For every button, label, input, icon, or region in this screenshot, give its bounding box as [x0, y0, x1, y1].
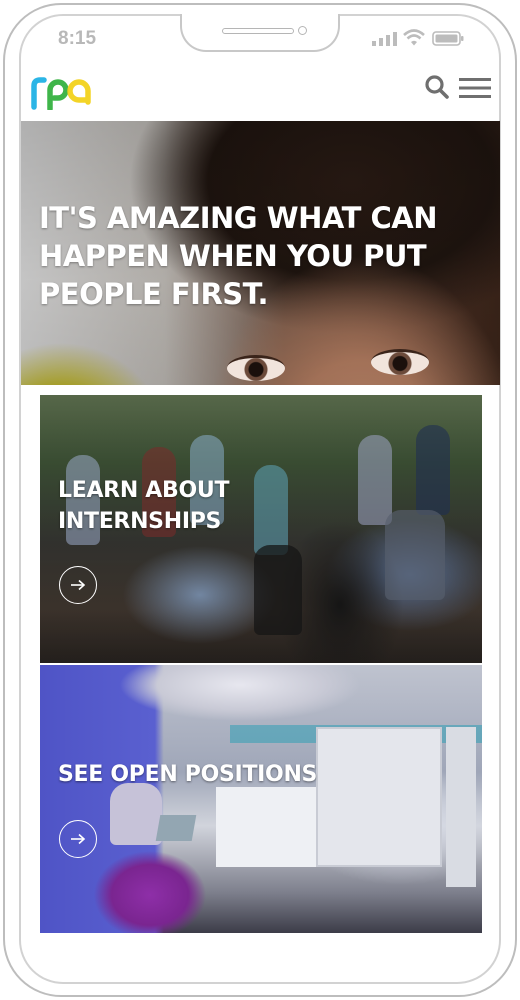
internships-card[interactable]: LEARN ABOUT INTERNSHIPS — [40, 395, 482, 663]
arrow-right-icon — [71, 833, 86, 845]
rpa-logo[interactable] — [28, 72, 92, 110]
arrow-right-icon — [71, 579, 86, 591]
internships-arrow-button[interactable] — [59, 566, 97, 604]
open-positions-arrow-button[interactable] — [59, 820, 97, 858]
card-photo-detail — [254, 465, 288, 555]
hero-photo-detail — [371, 349, 429, 375]
card-photo-detail — [216, 787, 316, 867]
battery-icon — [432, 31, 464, 46]
card-photo-detail — [416, 425, 450, 515]
card-photo-detail — [254, 545, 302, 635]
hero-photo-detail — [227, 355, 285, 381]
card-photo-detail — [316, 727, 442, 867]
hero-banner: IT'S AMAZING WHAT CAN HAPPEN WHEN YOU PU… — [21, 121, 500, 385]
open-positions-title: SEE OPEN POSITIONS — [58, 762, 318, 787]
card-photo-detail — [110, 783, 162, 845]
internships-title: LEARN ABOUT INTERNSHIPS — [58, 478, 230, 534]
card-photo-detail — [446, 727, 476, 887]
card-photo-detail — [155, 815, 197, 841]
search-icon[interactable] — [424, 74, 450, 100]
status-time: 8:15 — [58, 28, 97, 49]
card-photo-detail — [358, 435, 392, 525]
card-photo-detail — [385, 510, 445, 600]
front-camera — [298, 26, 307, 35]
speaker-grille — [222, 28, 294, 34]
wifi-icon — [403, 29, 425, 46]
open-positions-card[interactable]: SEE OPEN POSITIONS — [40, 665, 482, 933]
hamburger-menu-icon[interactable] — [459, 77, 491, 99]
signal-icon — [372, 32, 397, 46]
hero-title: IT'S AMAZING WHAT CAN HAPPEN WHEN YOU PU… — [39, 201, 438, 311]
